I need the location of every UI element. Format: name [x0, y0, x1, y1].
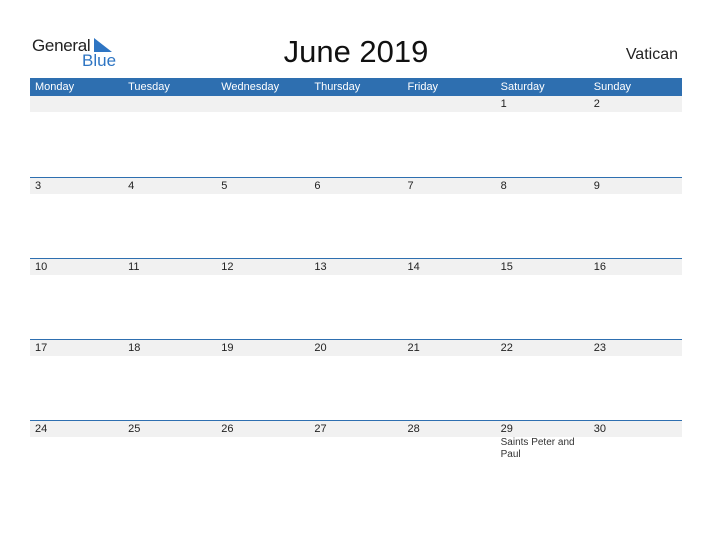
- weekday-friday: Friday: [407, 81, 439, 93]
- day-number: 13: [314, 261, 327, 273]
- week-row: 10 11 12 13 14 15 16: [30, 258, 682, 339]
- holiday-label: Saints Peter and Paul: [500, 437, 575, 460]
- date-strip: 3 4 5 6 7 8 9: [30, 178, 682, 194]
- calendar: Monday Tuesday Wednesday Thursday Friday…: [30, 78, 682, 501]
- holiday-label: [216, 437, 309, 461]
- holiday-label: [589, 437, 682, 461]
- week-row: 3 4 5 6 7 8 9: [30, 177, 682, 258]
- date-strip: 12: [30, 96, 682, 112]
- day-number: 25: [128, 423, 141, 435]
- weekday-header: Monday Tuesday Wednesday Thursday Friday…: [30, 78, 682, 96]
- holiday-label: [403, 437, 496, 461]
- day-number: 6: [314, 180, 321, 192]
- day-number: 7: [407, 180, 414, 192]
- day-number: 16: [593, 261, 606, 273]
- day-number: 20: [314, 342, 327, 354]
- day-number: 14: [407, 261, 420, 273]
- weeks-container: 1 2 3 4 5 6 7 8 9 10 11 12 13 14 15 16 17 18 19 20 21 22 23 24 2…: [30, 96, 682, 501]
- weekday-tuesday: Tuesday: [128, 81, 170, 93]
- day-number: 15: [500, 261, 513, 273]
- weekday-monday: Monday: [35, 81, 75, 93]
- day-number: 5: [221, 180, 228, 192]
- day-number: 18: [128, 342, 141, 354]
- holiday-label: [309, 437, 402, 461]
- day-number: 29: [500, 423, 513, 435]
- date-strip: 17 18 19 20 21 22 23: [30, 340, 682, 356]
- day-number: 21: [407, 342, 420, 354]
- weekday-wednesday: Wednesday: [221, 81, 280, 93]
- holiday-label: [123, 437, 216, 461]
- day-number: 24: [35, 423, 48, 435]
- day-number: [123, 96, 216, 112]
- day-number: 4: [128, 180, 135, 192]
- day-number: 9: [593, 180, 600, 192]
- weekday-thursday: Thursday: [314, 81, 361, 93]
- day-number: 28: [407, 423, 420, 435]
- weekday-sunday: Sunday: [593, 81, 632, 93]
- day-number: [403, 96, 496, 112]
- day-number: 26: [221, 423, 234, 435]
- day-number: 30: [593, 423, 606, 435]
- day-number: 8: [500, 180, 507, 192]
- day-number: [216, 96, 309, 112]
- day-number: 19: [221, 342, 234, 354]
- week-row: 12: [30, 96, 682, 177]
- week-row: 17 18 19 20 21 22 23: [30, 339, 682, 420]
- day-number: 2: [593, 98, 600, 110]
- day-number: 23: [593, 342, 606, 354]
- page-title: June 2019: [283, 34, 429, 69]
- week-row: 24 25 26 27 28 29 30 Saints Peter and Paul: [30, 420, 682, 501]
- date-strip: 10 11 12 13 14 15 16: [30, 259, 682, 275]
- day-number: 3: [35, 180, 42, 192]
- events-row: Saints Peter and Paul: [30, 437, 682, 461]
- day-number: [30, 96, 123, 112]
- day-number: 12: [221, 261, 234, 273]
- holiday-label: [30, 437, 123, 461]
- day-number: [309, 96, 402, 112]
- day-number: 27: [314, 423, 327, 435]
- day-number: 11: [128, 261, 140, 273]
- day-number: 22: [500, 342, 513, 354]
- day-number: 17: [35, 342, 48, 354]
- country-label: Vatican: [625, 46, 678, 63]
- day-number: 1: [500, 98, 507, 110]
- weekday-saturday: Saturday: [500, 81, 545, 93]
- day-number: 10: [35, 261, 48, 273]
- date-strip: 24 25 26 27 28 29 30: [30, 421, 682, 437]
